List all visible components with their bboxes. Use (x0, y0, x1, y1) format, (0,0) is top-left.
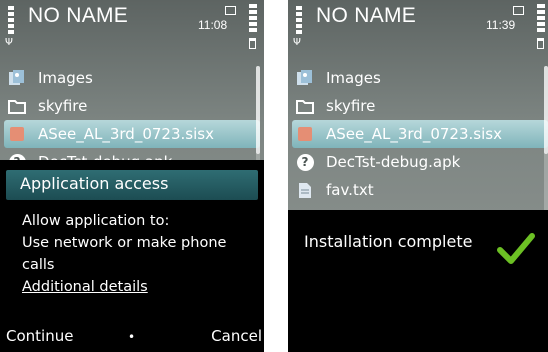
battery-icon (249, 38, 256, 49)
dialog-line: Allow application to: (22, 213, 170, 229)
installation-notice: Installation complete (288, 210, 548, 352)
list-item[interactable]: skyfire (288, 92, 548, 120)
battery-icon (537, 38, 544, 49)
text-file-icon (296, 181, 314, 199)
list-item[interactable]: Images (288, 64, 548, 92)
dialog-body: Allow application to: Use network or mak… (22, 210, 258, 298)
checkmark-icon (497, 233, 535, 264)
cancel-softkey[interactable]: Cancel (211, 327, 262, 345)
file-name: fav.txt (326, 181, 374, 199)
status-bar: Ψ NO NAME 11:08 (0, 0, 264, 56)
file-name: skyfire (326, 97, 376, 115)
images-icon (8, 69, 26, 87)
screen-title: NO NAME (316, 4, 417, 27)
file-name: ASee_AL_3rd_0723.sisx (326, 125, 502, 143)
battery-level-icon (249, 4, 257, 34)
dialog-line: Use network or make phone (22, 235, 227, 251)
softkey-bar: Continue • Cancel (0, 322, 264, 352)
scroll-thumb[interactable] (256, 66, 260, 154)
sisx-file-icon (296, 125, 314, 143)
battery-level-icon (537, 4, 545, 34)
application-access-dialog: Application access Allow application to:… (0, 160, 264, 352)
center-softkey-dot[interactable]: • (128, 330, 135, 344)
scroll-thumb[interactable] (544, 66, 548, 154)
antenna-icon: Ψ (5, 37, 13, 48)
antenna-icon: Ψ (293, 37, 301, 48)
signal-strength-icon (296, 6, 302, 36)
images-icon (296, 69, 314, 87)
file-name: skyfire (38, 97, 88, 115)
clock: 11:39 (486, 18, 516, 32)
sisx-file-icon (8, 125, 26, 143)
continue-softkey[interactable]: Continue (6, 327, 73, 345)
additional-details-link[interactable]: Additional details (22, 276, 258, 298)
list-item[interactable]: Images (0, 64, 264, 92)
help-icon: ? (296, 153, 314, 171)
list-item[interactable]: ? DecTst-debug.apk (288, 148, 548, 176)
folder-icon (296, 97, 314, 115)
list-item-selected[interactable]: ASee_AL_3rd_0723.sisx (4, 120, 260, 148)
folder-icon (8, 97, 26, 115)
file-list: Images skyfire ASee_AL_3rd_0723.sisx ? D… (288, 64, 548, 204)
list-item[interactable]: skyfire (0, 92, 264, 120)
status-bar: Ψ NO NAME 11:39 (288, 0, 548, 56)
keyboard-icon (225, 6, 236, 15)
keyboard-icon (513, 6, 524, 15)
notice-text: Installation complete (304, 232, 473, 251)
signal-strength-icon (8, 6, 14, 36)
file-name: Images (38, 69, 93, 87)
dialog-header: Application access (6, 170, 258, 200)
file-name: ASee_AL_3rd_0723.sisx (38, 125, 214, 143)
left-phone-screen: Ψ NO NAME 11:08 Images skyfire ASee_AL_3… (0, 0, 264, 352)
list-item[interactable]: fav.txt (288, 176, 548, 204)
screen-title: NO NAME (28, 4, 129, 27)
list-item-selected[interactable]: ASee_AL_3rd_0723.sisx (292, 120, 548, 148)
right-phone-screen: Ψ NO NAME 11:39 Images skyfire ASee_AL_3… (288, 0, 548, 352)
file-name: Images (326, 69, 381, 87)
clock: 11:08 (198, 18, 228, 32)
file-name: DecTst-debug.apk (326, 153, 461, 171)
dialog-line: calls (22, 257, 55, 273)
dialog-title: Application access (20, 174, 169, 193)
